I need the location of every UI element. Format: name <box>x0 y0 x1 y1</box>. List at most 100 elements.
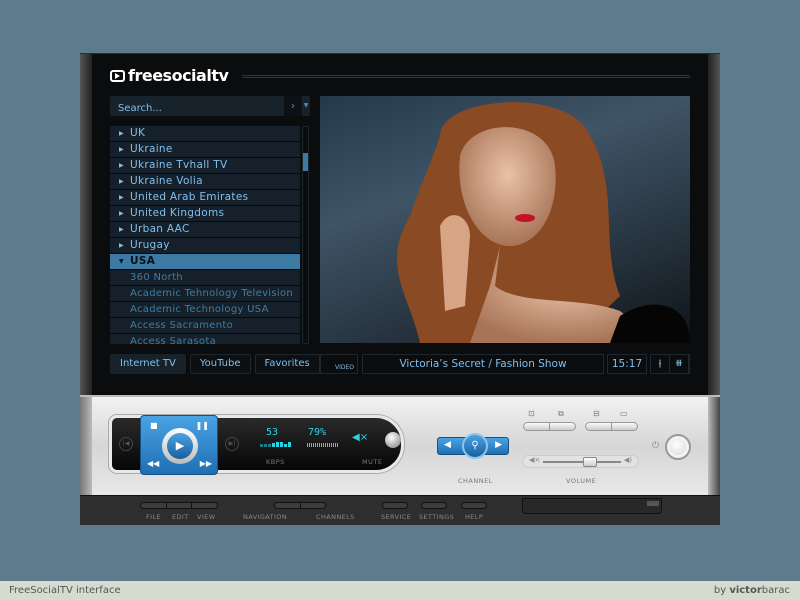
volume-thumb[interactable] <box>582 457 597 467</box>
channel-label: Access Sacramento <box>130 320 233 331</box>
next-icon[interactable]: ▶| <box>225 437 239 451</box>
file-label: FILE <box>146 513 161 521</box>
view-label: VIEW <box>197 513 216 521</box>
channel-group-item[interactable]: ▶ UK <box>110 126 300 142</box>
video-player[interactable] <box>320 96 690 343</box>
kbps-value: 53 <box>266 427 279 438</box>
channel-item[interactable]: Access Sacramento <box>110 318 300 334</box>
fullscreen-icon: ⊡ <box>528 409 535 418</box>
tv-logo-icon <box>110 69 125 82</box>
channel-label: UK <box>130 127 146 139</box>
buffer-value: 79% <box>308 427 327 438</box>
search-input[interactable] <box>110 99 280 118</box>
scrollbar[interactable] <box>302 126 309 344</box>
previous-icon[interactable]: |◀ <box>119 437 133 451</box>
menu-strip: FILE EDIT VIEW NAVIGATION CHANNELS SERVI… <box>80 495 720 525</box>
channel-control: ◀ ▶ ⚲ <box>437 433 509 459</box>
eject-button[interactable] <box>647 501 659 506</box>
channel-group-item[interactable]: ▶ Ukraine <box>110 142 300 158</box>
fullscreen-button[interactable] <box>524 423 550 430</box>
edit-button[interactable] <box>167 503 193 508</box>
channel-item[interactable]: Academic Technology USA <box>110 302 300 318</box>
service-button[interactable] <box>382 502 408 509</box>
channel-label: Ukraine Volia <box>130 175 203 187</box>
volume-knob[interactable] <box>385 432 401 448</box>
view-button[interactable] <box>192 503 217 508</box>
equalizer-icon[interactable]: ⫲ <box>651 355 670 373</box>
clock: 15:17 <box>607 354 647 374</box>
play-button[interactable]: ▶ <box>167 433 193 459</box>
divider <box>242 75 690 78</box>
channel-group-item[interactable]: ▶ Urugay <box>110 238 300 254</box>
window-icon: ⧉ <box>558 409 564 418</box>
triangle-right-icon: ▶ <box>119 130 124 137</box>
channel-label: Ukraine <box>130 143 173 155</box>
window-size-buttons <box>585 422 638 431</box>
channel-label: CHANNEL <box>458 477 493 485</box>
triangle-right-icon: ▶ <box>119 146 124 153</box>
rewind-icon[interactable]: ◀◀ <box>147 459 159 468</box>
speaker-muted-icon[interactable]: ◀× <box>352 432 368 443</box>
minimize-icon: ⊟ <box>593 409 600 418</box>
channels-button[interactable] <box>301 503 326 508</box>
channel-label: Urban AAC <box>130 223 190 235</box>
volume-high-icon: ◀) <box>623 456 632 464</box>
navigation-label: NAVIGATION <box>243 513 288 521</box>
help-button[interactable] <box>461 502 487 509</box>
channel-label: 360 North <box>130 272 183 283</box>
search-dropdown-button[interactable]: ▼ <box>302 96 310 116</box>
maximize-button[interactable] <box>612 423 637 430</box>
view-mode-buttons <box>523 422 576 431</box>
video-mode-button[interactable]: VIDEO <box>320 354 358 374</box>
channel-group-item[interactable]: ▶ United Kingdoms <box>110 206 300 222</box>
transport-controls: ■ ❚❚ ◀◀ ▶▶ ▶ <box>140 415 218 475</box>
channel-label: Academic Technology USA <box>130 304 269 315</box>
screen: freesocialtv › ▼ ▶ UK ▶ Ukraine ▶ Ukraine Tvh… <box>80 53 720 395</box>
kbps-label: KBPS <box>266 458 285 466</box>
channel-group-item[interactable]: ▶ Ukraine Volia <box>110 174 300 190</box>
channel-label: Access Sarasota <box>130 336 217 344</box>
tab-internet-tv[interactable]: Internet TV <box>110 354 186 374</box>
channel-next-icon[interactable]: ▶ <box>495 440 502 450</box>
channel-group-item[interactable]: ▶ United Arab Emirates <box>110 190 300 206</box>
pause-icon[interactable]: ❚❚ <box>196 421 209 430</box>
channel-group-item[interactable]: ▶ Urban AAC <box>110 222 300 238</box>
volume-low-icon: ◀× <box>529 456 541 464</box>
window-button[interactable] <box>550 423 575 430</box>
footer-credit: by victorbarac <box>713 585 790 596</box>
channel-label: USA <box>130 255 156 267</box>
power-button[interactable] <box>665 434 691 460</box>
channel-item[interactable]: 360 North <box>110 270 300 286</box>
volume-label: VOLUME <box>566 477 597 485</box>
service-label: SERVICE <box>381 513 412 521</box>
tv-device: freesocialtv › ▼ ▶ UK ▶ Ukraine ▶ Ukraine Tvh… <box>80 53 720 525</box>
fast-forward-icon[interactable]: ▶▶ <box>200 459 212 468</box>
scrollbar-thumb[interactable] <box>303 153 308 171</box>
channel-group-item[interactable]: ▶ Ukraine Tvhall TV <box>110 158 300 174</box>
channel-label: Academic Tehnology Television <box>130 288 294 299</box>
settings-button[interactable] <box>421 502 447 509</box>
channel-label: Ukraine Tvhall TV <box>130 159 228 171</box>
triangle-right-icon: ▶ <box>119 226 124 233</box>
navigation-button[interactable] <box>275 503 301 508</box>
minimize-button[interactable] <box>586 423 612 430</box>
channel-item[interactable]: Access Sarasota <box>110 334 300 344</box>
logo: freesocialtv <box>110 66 229 85</box>
power-icon: ⏻ <box>652 441 660 451</box>
triangle-right-icon: ▶ <box>119 162 124 169</box>
tab-favorites[interactable]: Favorites <box>254 354 320 374</box>
channel-search-icon[interactable]: ⚲ <box>462 433 488 459</box>
kbps-meter <box>260 442 291 447</box>
stop-icon[interactable]: ■ <box>150 421 158 430</box>
volume-slider[interactable]: ◀× ◀) <box>522 455 639 468</box>
waveform-icon[interactable]: ⧻ <box>670 355 689 373</box>
tab-youtube[interactable]: YouTube <box>189 354 251 374</box>
channel-prev-icon[interactable]: ◀ <box>444 440 451 450</box>
mute-label: MUTE <box>362 458 383 466</box>
channel-item[interactable]: Academic Tehnology Television <box>110 286 300 302</box>
triangle-right-icon: ▶ <box>119 210 124 217</box>
footer-title: FreeSocialTV interface <box>9 585 121 596</box>
file-button[interactable] <box>141 503 167 508</box>
search-go-button[interactable]: › <box>284 96 302 116</box>
channel-group-item[interactable]: ▼ USA <box>110 254 300 270</box>
